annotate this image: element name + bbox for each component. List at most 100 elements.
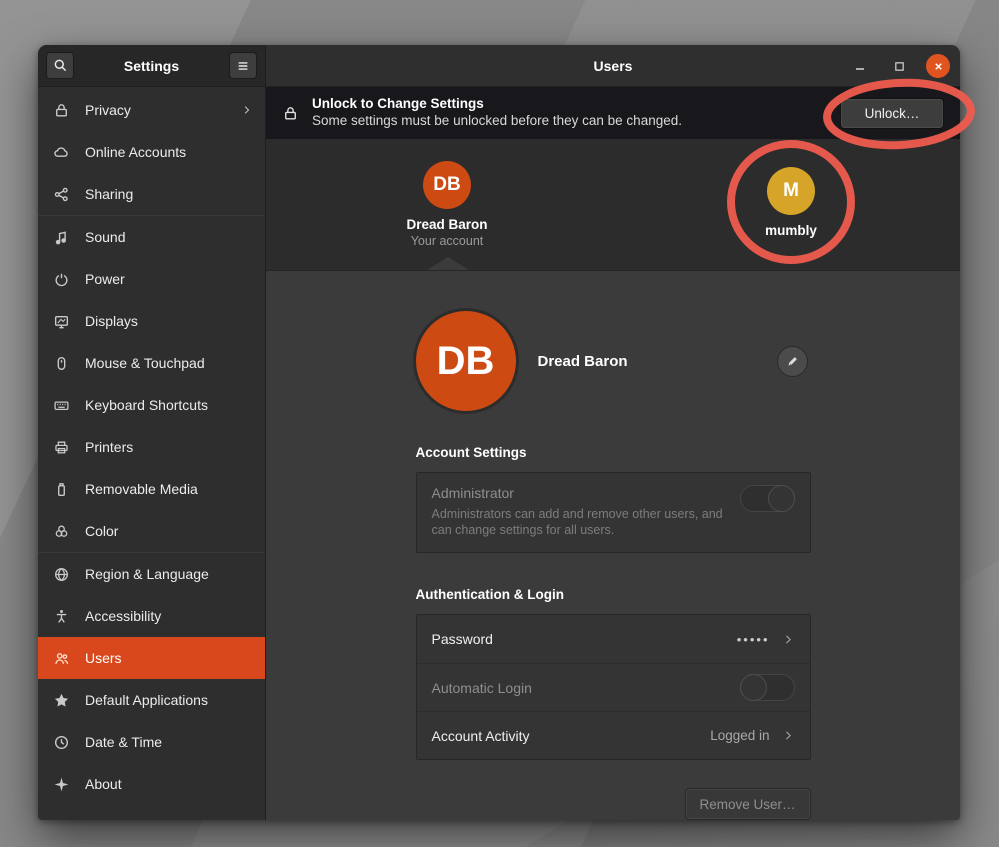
sidebar-item-date-time[interactable]: Date & Time	[38, 721, 265, 763]
administrator-row: Administrator Administrators can add and…	[417, 473, 810, 552]
password-row[interactable]: Password •••••	[417, 615, 810, 663]
sidebar-item-sharing[interactable]: Sharing	[38, 173, 265, 215]
lock-icon	[53, 102, 70, 119]
sidebar-item-printers[interactable]: Printers	[38, 426, 265, 468]
color-circles-icon	[53, 523, 70, 540]
sidebar-item-region-language[interactable]: Region & Language	[38, 553, 265, 595]
sidebar-item-label: Date & Time	[85, 734, 253, 750]
carousel-user-dread-baron[interactable]: DB Dread Baron Your account	[367, 161, 527, 248]
administrator-toggle[interactable]	[740, 485, 795, 512]
sidebar-item-label: Mouse & Touchpad	[85, 355, 253, 371]
page-title: Users	[594, 58, 633, 74]
main-headerbar: Users	[266, 45, 960, 87]
chevron-right-icon	[241, 104, 253, 116]
profile-name: Dread Baron	[538, 353, 628, 370]
sidebar-item-sound[interactable]: Sound	[38, 216, 265, 258]
users-icon	[53, 650, 70, 667]
minimize-button[interactable]	[848, 54, 872, 78]
power-icon	[53, 271, 70, 288]
selected-user-pointer	[427, 257, 469, 270]
user-detail-panel: DB Dread Baron Account Settings Administ…	[266, 271, 960, 820]
pencil-icon	[786, 355, 799, 368]
toggle-knob	[768, 485, 795, 512]
password-label: Password	[432, 631, 737, 647]
profile-row: DB Dread Baron	[416, 311, 811, 411]
hamburger-menu-icon	[236, 59, 250, 73]
sidebar-item-online-accounts[interactable]: Online Accounts	[38, 131, 265, 173]
user-carousel: DB Dread Baron Your account M mumbly	[266, 139, 960, 271]
carousel-user-mumbly[interactable]: M mumbly	[711, 167, 871, 238]
account-settings-card: Administrator Administrators can add and…	[416, 472, 811, 553]
sidebar: Settings Privacy Online Accounts Sharing	[38, 45, 266, 820]
sidebar-title: Settings	[74, 58, 229, 74]
toggle-knob	[740, 674, 767, 701]
sidebar-item-about[interactable]: About	[38, 763, 265, 805]
sparkle-icon	[53, 776, 70, 793]
sidebar-header: Settings	[38, 45, 265, 87]
sidebar-item-mouse-touchpad[interactable]: Mouse & Touchpad	[38, 342, 265, 384]
edit-name-button[interactable]	[777, 346, 808, 377]
avatar-initials: M	[783, 180, 799, 202]
avatar: DB	[423, 161, 471, 209]
sidebar-item-label: Accessibility	[85, 608, 253, 624]
sidebar-list: Privacy Online Accounts Sharing Sound Po…	[38, 87, 265, 820]
sidebar-item-color[interactable]: Color	[38, 510, 265, 552]
profile-avatar[interactable]: DB	[416, 311, 516, 411]
maximize-button[interactable]	[887, 54, 911, 78]
sidebar-item-label: Default Applications	[85, 692, 253, 708]
cloud-icon	[53, 144, 70, 161]
music-note-icon	[53, 229, 70, 246]
sidebar-item-users[interactable]: Users	[38, 637, 265, 679]
remove-user-button[interactable]: Remove User…	[685, 788, 811, 820]
sidebar-item-removable-media[interactable]: Removable Media	[38, 468, 265, 510]
sidebar-item-label: Region & Language	[85, 566, 253, 582]
profile-avatar-initials: DB	[437, 339, 495, 384]
automatic-login-label: Automatic Login	[432, 680, 740, 696]
actions-row: Remove User…	[416, 788, 811, 820]
sidebar-item-default-applications[interactable]: Default Applications	[38, 679, 265, 721]
accessibility-icon	[53, 608, 70, 625]
password-dots: •••••	[737, 632, 770, 647]
account-activity-row[interactable]: Account Activity Logged in	[417, 711, 810, 759]
chevron-right-icon	[782, 633, 795, 646]
sidebar-item-accessibility[interactable]: Accessibility	[38, 595, 265, 637]
sidebar-item-label: Printers	[85, 439, 253, 455]
padlock-icon	[282, 105, 299, 122]
unlock-banner-title: Unlock to Change Settings	[312, 96, 840, 113]
mouse-icon	[53, 355, 70, 372]
usb-drive-icon	[53, 481, 70, 498]
sidebar-item-label: Sharing	[85, 186, 253, 202]
carousel-user-name: Dread Baron	[367, 217, 527, 232]
unlock-banner-subtitle: Some settings must be unlocked before th…	[312, 113, 840, 130]
search-button[interactable]	[46, 52, 74, 79]
sidebar-item-keyboard-shortcuts[interactable]: Keyboard Shortcuts	[38, 384, 265, 426]
share-icon	[53, 186, 70, 203]
sidebar-item-label: Sound	[85, 229, 253, 245]
unlock-banner-text: Unlock to Change Settings Some settings …	[312, 96, 840, 130]
automatic-login-row: Automatic Login	[417, 663, 810, 711]
avatar-initials: DB	[433, 174, 460, 196]
search-icon	[53, 58, 68, 73]
section-heading-authentication-login: Authentication & Login	[416, 587, 811, 602]
unlock-button[interactable]: Unlock…	[840, 98, 944, 129]
sidebar-item-label: Online Accounts	[85, 144, 253, 160]
chevron-right-icon	[782, 729, 795, 742]
main-pane: Users Unlock to Change Settings Some set…	[266, 45, 960, 820]
administrator-description: Administrators can add and remove other …	[432, 507, 732, 538]
avatar: M	[767, 167, 815, 215]
window-controls	[848, 45, 950, 87]
globe-icon	[53, 566, 70, 583]
menu-button[interactable]	[229, 52, 257, 79]
sidebar-item-privacy[interactable]: Privacy	[38, 89, 265, 131]
monitor-icon	[53, 313, 70, 330]
close-button[interactable]	[926, 54, 950, 78]
sidebar-item-displays[interactable]: Displays	[38, 300, 265, 342]
sidebar-item-label: Removable Media	[85, 481, 253, 497]
settings-window: Settings Privacy Online Accounts Sharing	[38, 45, 960, 820]
sidebar-item-power[interactable]: Power	[38, 258, 265, 300]
automatic-login-toggle[interactable]	[740, 674, 795, 701]
sidebar-item-label: Privacy	[85, 102, 226, 118]
sidebar-item-label: Displays	[85, 313, 253, 329]
sidebar-item-label: Users	[85, 650, 253, 666]
carousel-user-subtitle: Your account	[367, 234, 527, 248]
